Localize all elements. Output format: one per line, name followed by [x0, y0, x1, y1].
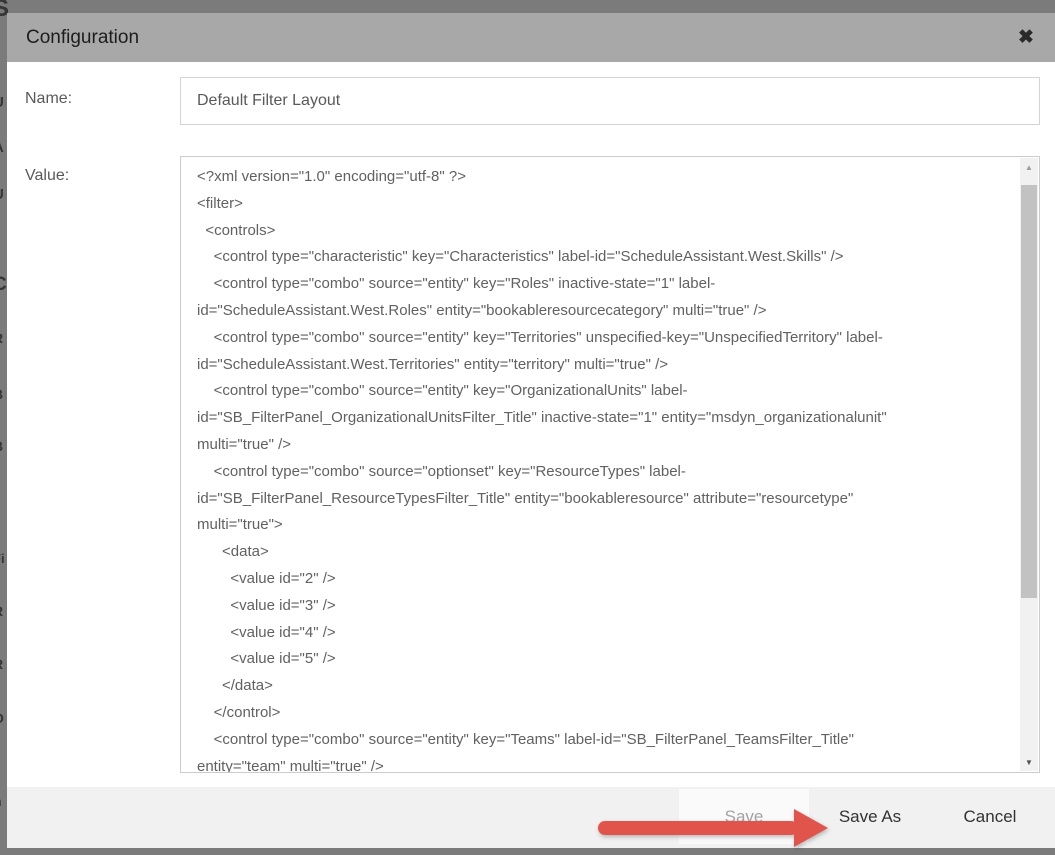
xml-line: <data> [197, 539, 1016, 566]
xml-line: <control type="combo" source="entity" ke… [197, 378, 1016, 405]
background-text-fragment: A [0, 139, 4, 156]
xml-line: <control type="combo" source="entity" ke… [197, 325, 1016, 352]
xml-line: entity="team" multi="true" /> [197, 754, 1016, 772]
xml-line: </data> [197, 673, 1016, 700]
background-text-fragment: R [0, 656, 3, 672]
background-text-fragment: R [0, 603, 3, 619]
xml-line: <control type="combo" source="entity" ke… [197, 271, 1016, 298]
save-as-button[interactable]: Save As [815, 789, 925, 844]
xml-line: <value id="2" /> [197, 566, 1016, 593]
background-text-fragment: O [0, 710, 4, 726]
name-label: Name: [25, 90, 72, 108]
background-text-fragment: R [0, 330, 3, 346]
value-label: Value: [25, 167, 69, 185]
xml-line: <controls> [197, 218, 1016, 245]
dialog-header: Configuration ✖ [7, 13, 1055, 62]
background-text-fragment: h [0, 793, 2, 809]
xml-content[interactable]: <?xml version="1.0" encoding="utf-8" ?><… [181, 157, 1020, 772]
scrollbar-thumb[interactable] [1021, 185, 1037, 598]
save-button[interactable]: Save [679, 789, 809, 844]
xml-line: <control type="characteristic" key="Char… [197, 244, 1016, 271]
cancel-button[interactable]: Cancel [935, 789, 1045, 844]
scroll-down-icon[interactable]: ▼ [1020, 753, 1038, 771]
xml-line: id="SB_FilterPanel_OrganizationalUnitsFi… [197, 405, 1016, 432]
configuration-dialog: Configuration ✖ Name: Value: <?xml versi… [7, 13, 1055, 848]
xml-line: <value id="3" /> [197, 593, 1016, 620]
xml-line: <control type="combo" source="optionset"… [197, 459, 1016, 486]
xml-line: multi="true" /> [197, 432, 1016, 459]
background-text-fragment: U [0, 186, 4, 203]
xml-line: id="ScheduleAssistant.West.Territories" … [197, 352, 1016, 379]
xml-line: <control type="combo" source="entity" ke… [197, 727, 1016, 754]
xml-line: <value id="5" /> [197, 646, 1016, 673]
value-xml-editor[interactable]: <?xml version="1.0" encoding="utf-8" ?><… [180, 156, 1040, 773]
background-text-fragment: B [0, 386, 3, 402]
xml-line: <?xml version="1.0" encoding="utf-8" ?> [197, 164, 1016, 191]
xml-line: multi="true"> [197, 512, 1016, 539]
scroll-up-icon[interactable]: ▲ [1020, 158, 1038, 176]
vertical-scrollbar[interactable]: ▲ ▼ [1020, 158, 1038, 771]
xml-line: </control> [197, 700, 1016, 727]
dialog-title: Configuration [7, 27, 139, 49]
background-text-fragment: Fi [0, 551, 5, 566]
close-icon[interactable]: ✖ [1011, 23, 1041, 53]
background-text-fragment: U [0, 94, 4, 111]
xml-line: id="ScheduleAssistant.West.Roles" entity… [197, 298, 1016, 325]
background-text-fragment: C [0, 274, 7, 296]
name-input[interactable] [180, 77, 1040, 125]
xml-line: id="SB_FilterPanel_ResourceTypesFilter_T… [197, 486, 1016, 513]
dialog-footer: Save Save As Cancel [7, 787, 1055, 848]
xml-line: <filter> [197, 191, 1016, 218]
xml-line: <value id="4" /> [197, 620, 1016, 647]
background-text-fragment: B [0, 438, 3, 454]
